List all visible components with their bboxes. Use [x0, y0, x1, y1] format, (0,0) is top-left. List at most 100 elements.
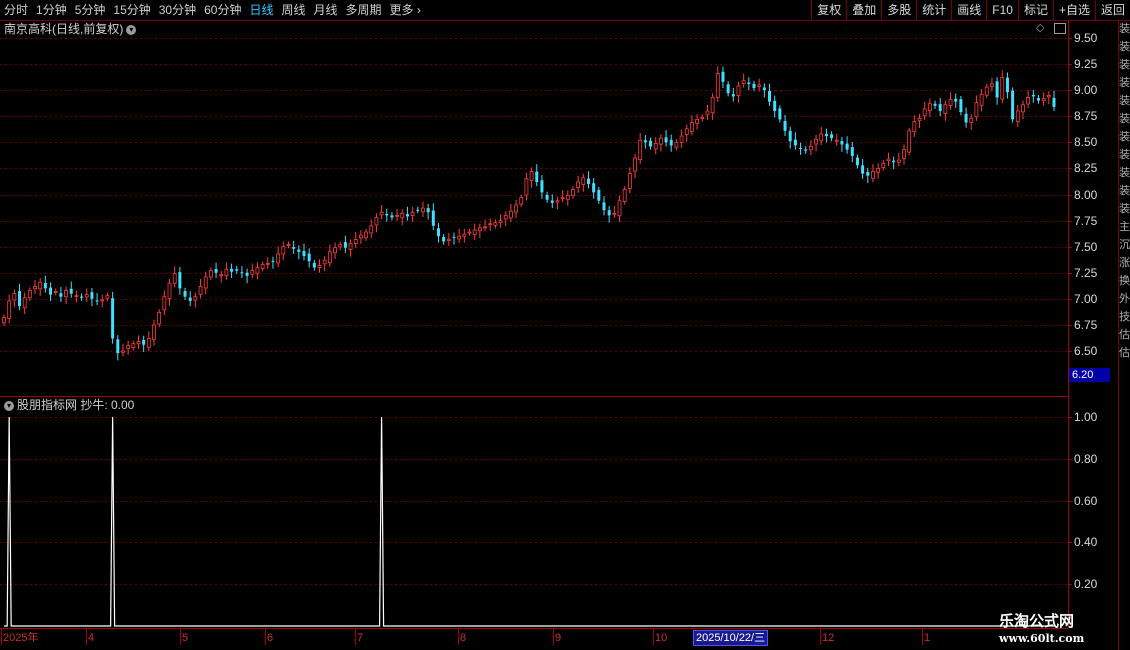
- candle: [768, 83, 772, 106]
- price-tick-label: 8.00: [1074, 188, 1098, 202]
- candle: [799, 142, 803, 155]
- candle: [855, 154, 859, 169]
- date-tick-label: 8: [460, 632, 467, 644]
- candle: [452, 232, 456, 245]
- indicator-tick-label: 0.80: [1074, 452, 1098, 466]
- candle: [866, 167, 870, 184]
- candle: [649, 137, 653, 150]
- current-price-tag: 6.20: [1069, 368, 1110, 382]
- candle: [193, 292, 198, 308]
- candle: [235, 266, 239, 274]
- candle: [100, 294, 105, 308]
- candle: [488, 218, 493, 231]
- candle: [690, 115, 694, 136]
- date-tick-label: 7: [357, 632, 364, 644]
- candle: [617, 195, 622, 223]
- right-info-strip[interactable]: 装装装装装装装装装装装主沉涨换外技估估: [1119, 20, 1130, 395]
- candle: [731, 87, 735, 102]
- candle: [633, 153, 637, 179]
- candle: [747, 77, 751, 91]
- candle: [638, 132, 643, 164]
- candle: [778, 105, 782, 123]
- candle: [943, 100, 948, 121]
- candle: [442, 233, 446, 245]
- candle: [472, 223, 477, 240]
- candle: [302, 243, 306, 261]
- price-tick-label: 8.25: [1074, 161, 1098, 175]
- candle: [260, 261, 265, 272]
- candle: [240, 266, 244, 278]
- candle: [105, 292, 110, 302]
- candle: [736, 81, 741, 103]
- candle: [788, 126, 792, 149]
- candle: [214, 262, 218, 278]
- candle: [834, 133, 839, 146]
- candle: [188, 291, 192, 307]
- candle: [224, 262, 229, 280]
- price-tick-label: 9.25: [1074, 57, 1098, 71]
- candle: [933, 100, 937, 109]
- candle: [555, 196, 560, 210]
- price-tick-label: 7.25: [1074, 266, 1098, 280]
- candle: [508, 203, 513, 223]
- candle: [954, 93, 958, 108]
- candle: [861, 159, 865, 179]
- candle: [322, 256, 327, 272]
- candle: [338, 241, 343, 251]
- price-tick-label: 6.75: [1074, 318, 1098, 332]
- candle: [116, 335, 120, 361]
- candle: [312, 259, 316, 271]
- candle: [1046, 91, 1051, 105]
- candle: [457, 228, 462, 244]
- candle: [358, 229, 363, 244]
- candle: [597, 186, 601, 204]
- candle: [658, 133, 663, 152]
- date-tick-label: 4: [88, 632, 95, 644]
- candle: [157, 309, 162, 328]
- candle: [152, 319, 156, 346]
- candle: [446, 233, 451, 246]
- candle: [69, 281, 73, 298]
- candle: [64, 286, 68, 305]
- candle: [586, 171, 590, 189]
- candle: [700, 114, 705, 122]
- candle: [850, 141, 854, 163]
- candle: [172, 266, 177, 288]
- price-tick-label: 7.75: [1074, 214, 1098, 228]
- candle: [907, 127, 912, 156]
- candle: [343, 235, 347, 253]
- candle: [395, 209, 400, 222]
- candle: [74, 290, 79, 303]
- kline-chart[interactable]: [0, 0, 1130, 650]
- candle: [255, 262, 260, 280]
- candle: [773, 95, 777, 118]
- candle: [545, 191, 549, 203]
- candle: [271, 256, 275, 269]
- date-tick-label: 1: [924, 632, 931, 644]
- candle: [27, 287, 32, 301]
- candle: [684, 124, 689, 142]
- candle: [230, 263, 234, 278]
- date-tick-label: 5: [182, 632, 189, 644]
- candle: [167, 279, 172, 306]
- candle: [922, 101, 927, 121]
- candle: [550, 194, 554, 209]
- candle: [1000, 70, 1005, 104]
- candle: [710, 93, 715, 121]
- candle: [49, 282, 53, 301]
- candle: [840, 136, 844, 152]
- candle: [369, 219, 374, 239]
- candle: [43, 275, 47, 293]
- candle: [581, 173, 586, 192]
- candle: [1005, 72, 1009, 99]
- candle: [250, 263, 255, 279]
- candle: [22, 292, 27, 315]
- signal-line: [4, 416, 1054, 627]
- candle: [612, 205, 617, 218]
- candle: [524, 172, 529, 201]
- candle: [602, 196, 606, 216]
- indicator-tick-label: 1.00: [1074, 410, 1098, 424]
- candle: [503, 211, 508, 227]
- candle: [664, 130, 668, 147]
- candle: [571, 186, 575, 199]
